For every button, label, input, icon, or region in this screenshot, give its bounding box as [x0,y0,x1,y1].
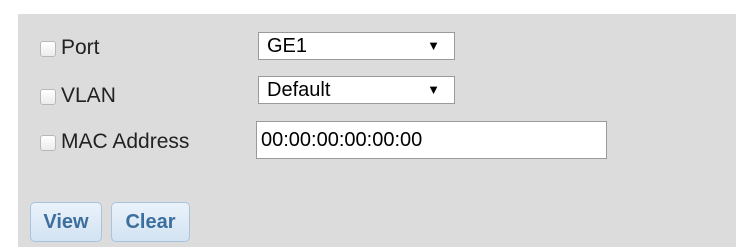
vlan-select[interactable]: Default ▼ [258,76,455,104]
port-filter-row: Port [40,34,100,62]
filter-panel: Port GE1 ▼ VLAN Default ▼ MAC Address Vi… [18,14,736,247]
mac-filter-row: MAC Address [40,128,189,156]
dropdown-arrow-icon: ▼ [427,38,440,53]
port-select[interactable]: GE1 ▼ [258,32,455,60]
dropdown-arrow-icon: ▼ [427,82,440,97]
mac-address-input[interactable] [256,121,607,159]
view-button[interactable]: View [30,202,102,242]
vlan-select-value: Default [267,79,331,101]
port-checkbox[interactable] [40,41,56,57]
port-select-value: GE1 [267,35,308,57]
mac-address-label: MAC Address [61,130,190,153]
mac-address-checkbox[interactable] [40,135,56,151]
vlan-filter-row: VLAN [40,82,116,110]
vlan-label: VLAN [61,84,116,107]
vlan-checkbox[interactable] [40,89,56,105]
clear-button[interactable]: Clear [111,202,190,242]
port-label: Port [61,36,100,59]
